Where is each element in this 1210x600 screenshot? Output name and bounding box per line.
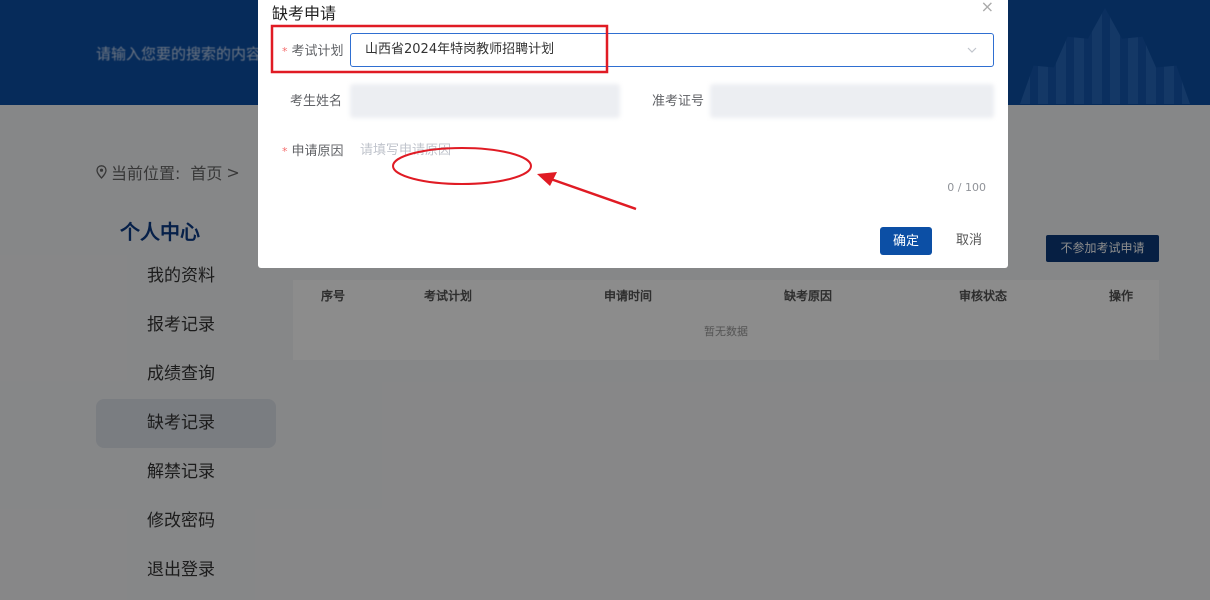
annotation-ellipse: [392, 147, 532, 185]
annotation-highlight-box: [270, 24, 609, 74]
annotation-arrow-shaft: [544, 175, 637, 211]
annotation-layer: [270, 24, 637, 211]
